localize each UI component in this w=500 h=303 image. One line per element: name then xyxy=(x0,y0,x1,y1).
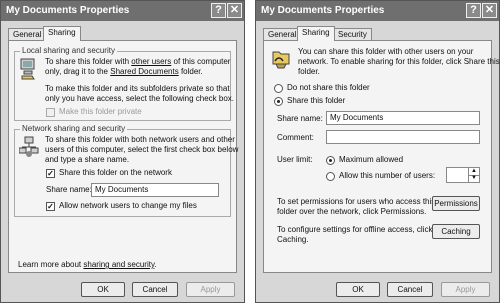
local-sharing-group: Local sharing and security To share this… xyxy=(14,46,234,121)
do-not-share-radio[interactable] xyxy=(274,84,283,93)
learn-more-text: Learn more about sharing and security. xyxy=(18,260,157,270)
network-sharing-group: Network sharing and security To share th… xyxy=(14,124,238,217)
permissions-text-line-1: To set permissions for users who access … xyxy=(277,197,436,206)
right-apply-button[interactable]: Apply xyxy=(441,282,490,297)
network-sharing-heading: Network sharing and security xyxy=(20,124,128,133)
permissions-text-line-2: folder over the network, click Permissio… xyxy=(277,207,427,216)
private-text-line-2: only you have access, select the followi… xyxy=(45,94,234,103)
left-cancel-button[interactable]: Cancel xyxy=(132,282,178,297)
right-cancel-button[interactable]: Cancel xyxy=(387,282,433,297)
user-count-spinner[interactable]: ▲ ▼ xyxy=(446,167,480,183)
spinner-down-icon[interactable]: ▼ xyxy=(468,175,479,182)
right-help-button[interactable]: ? xyxy=(466,3,481,18)
right-dialog-title: My Documents Properties xyxy=(261,5,385,16)
local-sharing-heading: Local sharing and security xyxy=(20,46,117,55)
network-users-icon xyxy=(19,136,39,157)
private-text-line-1: To make this folder and its subfolders p… xyxy=(45,84,230,93)
left-dialog-titlebar[interactable]: My Documents Properties xyxy=(1,1,244,21)
share-folder-radio[interactable] xyxy=(274,97,283,106)
intro-text-line-1: You can share this folder with other use… xyxy=(298,47,474,56)
left-close-button[interactable]: ✕ xyxy=(227,3,242,18)
other-users-link[interactable]: other users xyxy=(131,57,171,66)
intro-text-line-2: network. To enable sharing for this fold… xyxy=(298,57,500,66)
left-tab-general[interactable]: General xyxy=(8,28,47,40)
allow-change-checkbox[interactable]: ✓ xyxy=(46,202,55,211)
left-properties-dialog: My Documents Properties ? ✕ General Shar… xyxy=(0,0,245,303)
comment-label: Comment: xyxy=(277,133,314,142)
local-text-1b: of this computer xyxy=(171,57,231,66)
right-close-button[interactable]: ✕ xyxy=(482,3,497,18)
shared-documents-link[interactable]: Shared Documents xyxy=(110,67,178,76)
permissions-button[interactable]: Permissions xyxy=(432,196,480,211)
maximum-allowed-label: Maximum allowed xyxy=(339,155,404,164)
learn-more-prefix: Learn more about xyxy=(18,260,84,269)
right-tab-general[interactable]: General xyxy=(263,28,302,40)
share-folder-label: Share this folder xyxy=(287,96,346,105)
learn-more-suffix: . xyxy=(154,260,157,269)
share-on-network-label: Share this folder on the network xyxy=(59,168,172,177)
local-text-2b: folder. xyxy=(178,67,203,76)
local-text-2a: only, drag it to the xyxy=(45,67,111,76)
share-name-input[interactable]: My Documents xyxy=(91,183,219,197)
share-name-label: Share name: xyxy=(46,185,92,194)
right-sharing-panel: You can share this folder with other use… xyxy=(263,40,500,273)
allow-number-label: Allow this number of users: xyxy=(339,171,436,180)
caching-text-line-1: To configure settings for offline access… xyxy=(277,225,433,234)
local-sharing-line-2: only, drag it to the Shared Documents fo… xyxy=(45,67,203,77)
allow-number-radio[interactable] xyxy=(326,172,335,181)
right-properties-dialog: My Documents Properties ? ✕ General Shar… xyxy=(255,0,500,303)
allow-change-label: Allow network users to change my files xyxy=(59,201,197,210)
right-tab-security[interactable]: Security xyxy=(333,28,372,40)
shared-folder-icon xyxy=(272,51,290,69)
network-text-line-3: and type a share name. xyxy=(45,155,130,164)
caching-button[interactable]: Caching xyxy=(432,224,480,239)
left-sharing-panel: Local sharing and security To share this… xyxy=(8,40,238,273)
do-not-share-label: Do not share this folder xyxy=(287,83,370,92)
sharing-security-link[interactable]: sharing and security xyxy=(83,260,154,269)
network-text-line-2: users of this computer, select the first… xyxy=(45,145,239,154)
right-tab-sharing[interactable]: Sharing xyxy=(297,26,335,41)
user-limit-label: User limit: xyxy=(277,155,313,164)
left-tab-sharing[interactable]: Sharing xyxy=(43,26,81,41)
left-help-button[interactable]: ? xyxy=(211,3,226,18)
make-private-checkbox[interactable] xyxy=(46,108,55,117)
comment-input[interactable] xyxy=(326,130,480,144)
make-private-label: Make this folder private xyxy=(59,107,142,116)
intro-text-line-3: folder. xyxy=(298,67,320,76)
left-ok-button[interactable]: OK xyxy=(81,282,125,297)
local-text-1a: To share this folder with xyxy=(45,57,132,66)
computer-folder-icon xyxy=(20,58,35,80)
right-ok-button[interactable]: OK xyxy=(336,282,380,297)
caching-text-line-2: Caching. xyxy=(277,235,309,244)
network-text-line-1: To share this folder with both network u… xyxy=(45,135,235,144)
maximum-allowed-radio[interactable] xyxy=(326,156,335,165)
share-on-network-checkbox[interactable]: ✓ xyxy=(46,169,55,178)
share-name-input[interactable]: My Documents xyxy=(326,111,480,125)
local-sharing-line-1: To share this folder with other users of… xyxy=(45,57,230,67)
share-name-label: Share name: xyxy=(277,114,323,123)
left-dialog-title: My Documents Properties xyxy=(6,5,130,16)
left-apply-button[interactable]: Apply xyxy=(186,282,235,297)
right-dialog-titlebar[interactable]: My Documents Properties xyxy=(256,1,499,21)
